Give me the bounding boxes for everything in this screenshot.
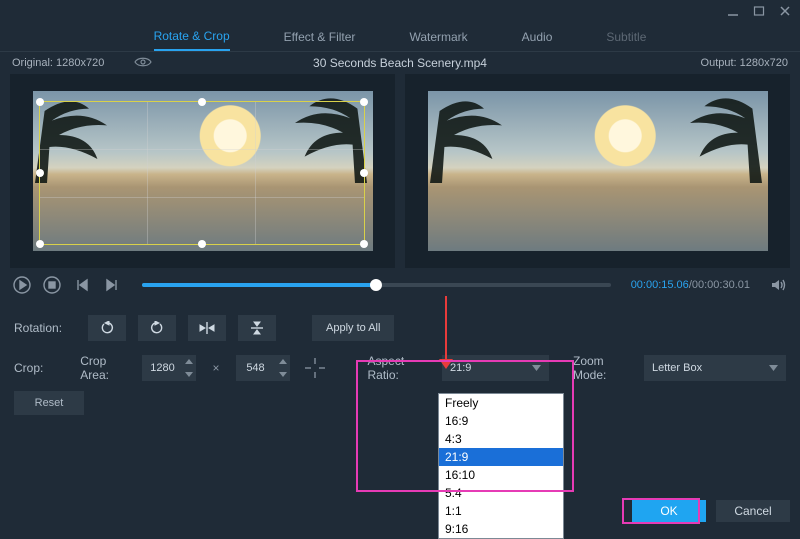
rotation-label: Rotation: — [14, 321, 76, 335]
rotate-left-button[interactable] — [88, 315, 126, 341]
aspect-ratio-label: Aspect Ratio: — [368, 354, 430, 382]
original-video-thumbnail[interactable] — [33, 91, 373, 251]
seek-knob[interactable] — [370, 279, 382, 291]
center-crop-button[interactable] — [302, 355, 328, 381]
aspect-option[interactable]: 9:16 — [439, 520, 563, 538]
stepper-up-icon[interactable] — [276, 355, 290, 368]
ok-button[interactable]: OK — [632, 500, 706, 522]
preview-toggle-icon[interactable] — [134, 56, 152, 71]
crop-handle[interactable] — [198, 98, 206, 106]
original-preview-pane — [10, 74, 395, 268]
palm-decoration — [654, 87, 774, 177]
aspect-ratio-dropdown[interactable]: Freely 16:9 4:3 21:9 16:10 5:4 1:1 9:16 — [438, 393, 564, 539]
stepper-down-icon[interactable] — [182, 368, 196, 381]
crop-label: Crop: — [14, 361, 68, 375]
aspect-ratio-select[interactable]: 21:9 — [442, 355, 549, 381]
edit-controls: Rotation: Apply to All Crop: Crop Area: … — [0, 302, 800, 418]
crop-handle[interactable] — [36, 240, 44, 248]
seek-bar[interactable] — [142, 283, 611, 287]
output-video-thumbnail — [428, 91, 768, 251]
aspect-option[interactable]: 1:1 — [439, 502, 563, 520]
palm-decoration — [23, 87, 143, 177]
play-button[interactable] — [12, 275, 32, 295]
cancel-button[interactable]: Cancel — [716, 500, 790, 522]
duration-time: 00:00:30.01 — [692, 279, 750, 291]
crop-height-input[interactable]: 548 — [236, 355, 290, 381]
palm-decoration — [259, 87, 379, 177]
tab-audio[interactable]: Audio — [522, 30, 553, 44]
title-bar — [0, 0, 800, 22]
rotate-right-button[interactable] — [138, 315, 176, 341]
tab-effect-filter[interactable]: Effect & Filter — [284, 30, 356, 44]
tab-subtitle[interactable]: Subtitle — [606, 30, 646, 44]
chevron-down-icon — [769, 362, 778, 374]
tab-rotate-crop[interactable]: Rotate & Crop — [154, 29, 230, 51]
output-preview-pane — [405, 74, 790, 268]
aspect-option-selected[interactable]: 21:9 — [439, 448, 563, 466]
original-resolution: Original: 1280x720 — [12, 57, 104, 69]
stepper-down-icon[interactable] — [276, 368, 290, 381]
output-resolution: Output: 1280x720 — [701, 57, 788, 69]
reset-button[interactable]: Reset — [14, 391, 84, 415]
stop-button[interactable] — [42, 275, 62, 295]
aspect-option[interactable]: 16:10 — [439, 466, 563, 484]
crop-area-label: Crop Area: — [80, 354, 130, 382]
crop-width-input[interactable]: 1280 — [142, 355, 196, 381]
aspect-option[interactable]: 5:4 — [439, 484, 563, 502]
zoom-mode-select[interactable]: Letter Box — [644, 355, 786, 381]
minimize-button[interactable] — [726, 4, 740, 18]
aspect-option[interactable]: 16:9 — [439, 412, 563, 430]
current-time: 00:00:15.06 — [631, 279, 689, 291]
aspect-option[interactable]: Freely — [439, 394, 563, 412]
rotation-row: Rotation: Apply to All — [14, 308, 786, 348]
annotation-arrow — [445, 296, 447, 362]
multiply-symbol: × — [212, 361, 219, 375]
stepper-up-icon[interactable] — [182, 355, 196, 368]
close-button[interactable] — [778, 4, 792, 18]
aspect-option[interactable]: 4:3 — [439, 430, 563, 448]
preview-area — [0, 74, 800, 268]
filename-label: 30 Seconds Beach Scenery.mp4 — [313, 56, 487, 70]
crop-row: Crop: Crop Area: 1280 × 548 Aspect Ratio… — [14, 348, 786, 388]
crop-handle[interactable] — [198, 240, 206, 248]
player-controls: 00:00:15.06/00:00:30.01 — [0, 268, 800, 302]
chevron-down-icon — [532, 362, 541, 374]
crop-handle[interactable] — [360, 240, 368, 248]
flip-vertical-button[interactable] — [238, 315, 276, 341]
palm-decoration — [418, 87, 538, 177]
flip-horizontal-button[interactable] — [188, 315, 226, 341]
editor-tabs: Rotate & Crop Effect & Filter Watermark … — [0, 22, 800, 52]
apply-to-all-button[interactable]: Apply to All — [312, 315, 394, 341]
annotation-arrowhead — [439, 358, 453, 372]
volume-icon[interactable] — [768, 275, 788, 295]
zoom-mode-label: Zoom Mode: — [573, 354, 632, 382]
tab-watermark[interactable]: Watermark — [409, 30, 467, 44]
next-frame-button[interactable] — [102, 275, 122, 295]
maximize-button[interactable] — [752, 4, 766, 18]
dialog-footer: OK Cancel — [632, 500, 790, 522]
time-display: 00:00:15.06/00:00:30.01 — [631, 279, 750, 291]
reset-row: Reset — [14, 388, 786, 418]
info-bar: Original: 1280x720 30 Seconds Beach Scen… — [0, 52, 800, 74]
prev-frame-button[interactable] — [72, 275, 92, 295]
